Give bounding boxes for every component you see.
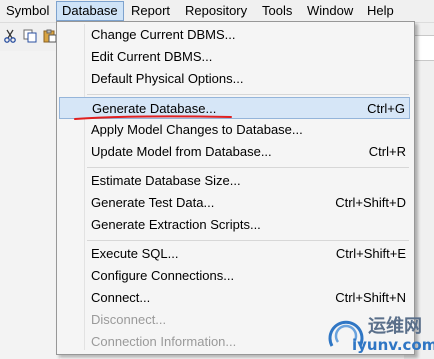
- menu-item-edit-current-dbms[interactable]: Edit Current DBMS...: [59, 46, 410, 68]
- menu-separator: [87, 167, 409, 168]
- toolbar: [0, 23, 60, 51]
- menu-item-label: Configure Connections...: [91, 268, 235, 283]
- menu-item-label: Change Current DBMS...: [91, 27, 236, 42]
- menu-item-execute-sql[interactable]: Execute SQL... Ctrl+Shift+E: [59, 243, 410, 265]
- menu-item-shortcut: Ctrl+Shift+E: [335, 246, 406, 261]
- menu-item-default-physical-options[interactable]: Default Physical Options...: [59, 68, 410, 90]
- paste-icon[interactable]: [43, 29, 57, 43]
- menu-item-label: Execute SQL...: [91, 246, 179, 261]
- menu-item-label: Update Model from Database...: [91, 144, 272, 159]
- menu-item-label: Default Physical Options...: [91, 71, 244, 86]
- menu-item-label: Disconnect...: [91, 312, 167, 327]
- menu-item-label: Edit Current DBMS...: [91, 49, 213, 64]
- menu-separator: [87, 240, 409, 241]
- menu-item-label: Generate Test Data...: [91, 195, 215, 210]
- watermark: 运维网 iyunv.com: [326, 304, 434, 359]
- menu-bar: Symbol Database Report Repository Tools …: [0, 0, 434, 23]
- menu-tools[interactable]: Tools: [257, 2, 297, 20]
- menu-item-shortcut: Ctrl+R: [368, 144, 406, 159]
- menu-item-shortcut: Ctrl+G: [367, 101, 405, 116]
- menu-database[interactable]: Database: [56, 1, 124, 21]
- menu-item-label: Estimate Database Size...: [91, 173, 241, 188]
- menu-item-configure-connections[interactable]: Configure Connections...: [59, 265, 410, 287]
- menu-item-change-current-dbms[interactable]: Change Current DBMS...: [59, 24, 410, 46]
- menu-item-update-model-from-database[interactable]: Update Model from Database... Ctrl+R: [59, 141, 410, 163]
- menu-window[interactable]: Window: [302, 2, 358, 20]
- menu-item-generate-test-data[interactable]: Generate Test Data... Ctrl+Shift+D: [59, 192, 410, 214]
- cut-icon[interactable]: [3, 29, 17, 43]
- menu-symbol[interactable]: Symbol: [1, 2, 54, 20]
- menu-item-label: Connect...: [91, 290, 151, 305]
- watermark-cn-text: 运维网: [368, 316, 422, 337]
- menu-item-shortcut: Ctrl+Shift+D: [335, 195, 406, 210]
- menu-item-estimate-database-size[interactable]: Estimate Database Size...: [59, 170, 410, 192]
- workspace-left: [0, 51, 60, 359]
- menu-help[interactable]: Help: [362, 2, 399, 20]
- menu-item-label: Apply Model Changes to Database...: [91, 122, 303, 137]
- copy-icon[interactable]: [23, 29, 37, 43]
- menu-report[interactable]: Report: [126, 2, 175, 20]
- menu-item-generate-extraction-scripts[interactable]: Generate Extraction Scripts...: [59, 214, 410, 236]
- menu-item-label: Generate Extraction Scripts...: [91, 217, 261, 232]
- menu-item-label: Connection Information...: [91, 334, 237, 349]
- menu-separator: [87, 94, 409, 95]
- watermark-url-text: iyunv.com: [352, 336, 434, 354]
- menu-repository[interactable]: Repository: [180, 2, 252, 20]
- menu-item-apply-model-changes[interactable]: Apply Model Changes to Database...: [59, 119, 410, 141]
